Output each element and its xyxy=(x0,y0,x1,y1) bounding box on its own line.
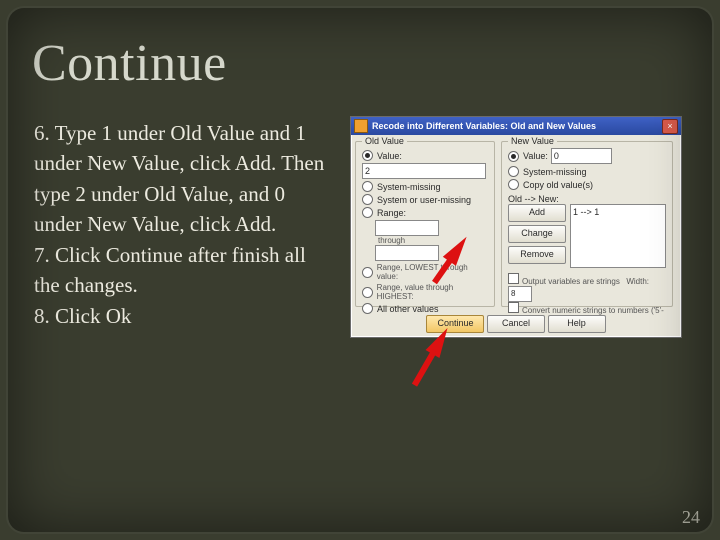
recode-dialog: Recode into Different Variables: Old and… xyxy=(350,116,682,338)
dialog-title: Recode into Different Variables: Old and… xyxy=(372,121,662,131)
old-range-low-radio[interactable]: Range, LOWEST through value: xyxy=(362,263,488,281)
list-item: 1 --> 1 xyxy=(573,207,663,217)
remove-button[interactable]: Remove xyxy=(508,246,566,264)
old-range-high-radio[interactable]: Range, value through HIGHEST: xyxy=(362,283,488,301)
old-allother-label: All other values xyxy=(377,304,439,314)
close-icon[interactable]: × xyxy=(662,119,678,134)
width-input[interactable]: 8 xyxy=(508,286,532,302)
slide-body: 6. Type 1 under Old Value and 1 under Ne… xyxy=(34,118,334,331)
instruction-step-8: 8. Click Ok xyxy=(34,304,131,328)
old-value-input[interactable]: 2 xyxy=(362,163,486,179)
output-strings-label: Output variables are strings xyxy=(522,277,620,286)
page-number: 24 xyxy=(682,507,700,528)
old-value-group: Old Value Value: 2 System-missing System… xyxy=(355,141,495,307)
old-sysmissing-radio[interactable]: System-missing xyxy=(362,181,488,192)
output-strings-checkbox[interactable] xyxy=(508,273,519,284)
copy-old-radio[interactable]: Copy old value(s) xyxy=(508,179,666,190)
new-value-group: New Value Value: 0 System-missing Copy o… xyxy=(501,141,673,307)
new-value-input[interactable]: 0 xyxy=(551,148,612,164)
add-button[interactable]: Add xyxy=(508,204,566,222)
list-header: Old --> New: xyxy=(508,194,666,204)
new-value-legend: New Value xyxy=(508,136,557,146)
old-value-radio-label: Value: xyxy=(377,151,402,161)
app-icon xyxy=(354,119,368,133)
new-value-radio[interactable]: Value: xyxy=(508,151,548,162)
convert-numeric-checkbox[interactable] xyxy=(508,302,519,313)
new-sysmissing-radio[interactable]: System-missing xyxy=(508,166,666,177)
range-to-input[interactable] xyxy=(375,245,439,261)
copy-old-label: Copy old value(s) xyxy=(523,180,593,190)
instruction-step-7: 7. Click Continue after finish all the c… xyxy=(34,243,306,297)
cancel-button[interactable]: Cancel xyxy=(487,315,545,333)
old-value-legend: Old Value xyxy=(362,136,407,146)
old-range-radio[interactable]: Range: xyxy=(362,207,488,218)
through-label: through xyxy=(378,236,488,245)
old-sysmissing-label: System-missing xyxy=(377,182,441,192)
instruction-step-6: 6. Type 1 under Old Value and 1 under Ne… xyxy=(34,121,324,236)
old-range-label: Range: xyxy=(377,208,406,218)
old-new-listbox[interactable]: 1 --> 1 xyxy=(570,204,666,268)
old-range-high-label: Range, value through HIGHEST: xyxy=(377,283,488,301)
dialog-titlebar: Recode into Different Variables: Old and… xyxy=(351,117,681,135)
old-sysusermissing-radio[interactable]: System or user-missing xyxy=(362,194,488,205)
range-from-input[interactable] xyxy=(375,220,439,236)
width-label: Width: xyxy=(626,277,649,286)
new-value-radio-label: Value: xyxy=(523,151,548,161)
help-button[interactable]: Help xyxy=(548,315,606,333)
slide-title: Continue xyxy=(32,34,227,93)
change-button[interactable]: Change xyxy=(508,225,566,243)
old-value-radio[interactable]: Value: xyxy=(362,150,488,161)
old-allother-radio[interactable]: All other values xyxy=(362,303,488,314)
old-range-low-label: Range, LOWEST through value: xyxy=(377,263,488,281)
old-sysusermissing-label: System or user-missing xyxy=(377,195,471,205)
continue-button[interactable]: Continue xyxy=(426,315,484,333)
new-sysmissing-label: System-missing xyxy=(523,167,587,177)
